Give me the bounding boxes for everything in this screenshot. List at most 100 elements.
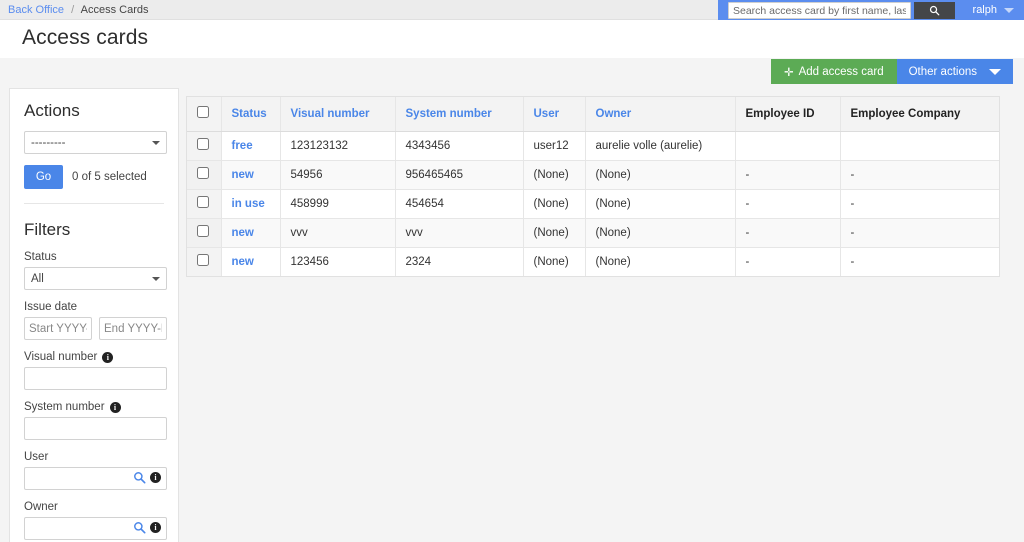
table-row: new 54956 956465465 (None) (None) - - <box>187 160 999 190</box>
search-submit-button[interactable] <box>914 2 955 19</box>
actions-heading: Actions <box>24 101 80 120</box>
cell-employee-company: - <box>840 189 999 219</box>
table-row: free 123123132 4343456 user12 aurelie vo… <box>187 131 999 161</box>
cell-system-number: 454654 <box>395 189 524 219</box>
cell-status: new <box>221 218 281 248</box>
filter-visual-number-text: Visual number <box>24 351 98 363</box>
cell-status: free <box>221 131 281 161</box>
go-row: Go 0 of 5 selected <box>24 165 164 189</box>
row-checkbox[interactable] <box>197 254 209 267</box>
action-select[interactable]: --------- <box>24 131 167 154</box>
user-menu[interactable]: ralph <box>973 0 1014 20</box>
breadcrumb-current-access-cards: Access Cards <box>80 4 149 16</box>
column-header-status[interactable]: Status <box>221 97 281 132</box>
filter-system-number-input[interactable] <box>24 417 167 440</box>
cell-user: (None) <box>523 160 586 190</box>
go-button[interactable]: Go <box>24 165 63 189</box>
info-icon[interactable]: i <box>150 472 161 483</box>
column-header-visual-number[interactable]: Visual number <box>280 97 396 132</box>
row-select-cell <box>187 160 222 190</box>
filter-owner: Owner i <box>24 501 167 540</box>
cell-employee-id: - <box>735 247 841 276</box>
filter-issue-date-row <box>24 317 167 340</box>
cell-system-number: vvv <box>395 218 524 248</box>
table-row: in use 458999 454654 (None) (None) - - <box>187 189 999 219</box>
cell-system-number: 956465465 <box>395 160 524 190</box>
cell-employee-company: - <box>850 255 855 268</box>
filter-status-select[interactable]: All <box>24 267 167 290</box>
status-link[interactable]: in use <box>232 198 265 210</box>
column-header-system-number[interactable]: System number <box>395 97 524 132</box>
cell-employee-company <box>840 131 999 161</box>
filter-owner-icons: i <box>133 521 161 534</box>
table-head: Status Visual number System number User … <box>187 97 999 132</box>
column-header-user[interactable]: User <box>523 97 586 132</box>
breadcrumb-link-back-office[interactable]: Back Office <box>8 4 64 16</box>
status-link[interactable]: new <box>232 169 254 181</box>
table-header-row: Status Visual number System number User … <box>187 97 999 132</box>
cell-employee-company: - <box>840 218 999 248</box>
cell-system-number: 4343456 <box>395 131 524 161</box>
filter-visual-number: Visual number i <box>24 351 167 390</box>
row-select-cell <box>187 218 222 248</box>
cell-employee-id <box>735 131 841 161</box>
filter-user-icons: i <box>133 471 161 484</box>
filter-visual-number-input[interactable] <box>24 367 167 390</box>
filter-issue-date-end-input[interactable] <box>99 317 167 340</box>
row-select-cell <box>187 189 222 219</box>
search-icon[interactable] <box>133 471 146 484</box>
search-icon[interactable] <box>133 521 146 534</box>
row-checkbox[interactable] <box>197 225 209 237</box>
filter-status: Status All <box>24 251 167 290</box>
cell-employee-company: - <box>840 160 999 190</box>
cell-owner: (None) <box>585 247 736 276</box>
cell-visual-number: 54956 <box>280 160 396 190</box>
access-cards-table-card: Status Visual number System number User … <box>186 96 1000 277</box>
cell-owner: (None) <box>585 189 736 219</box>
chevron-down-icon <box>1004 7 1014 13</box>
search-input[interactable] <box>728 2 911 19</box>
row-checkbox[interactable] <box>197 138 209 150</box>
cell-user: (None) <box>523 218 586 248</box>
row-select-cell <box>187 131 222 161</box>
column-header-employee-company: Employee Company <box>840 97 999 132</box>
column-header-owner[interactable]: Owner <box>585 97 736 132</box>
filter-system-number: System number i <box>24 401 167 440</box>
table-body: free 123123132 4343456 user12 aurelie vo… <box>187 131 999 276</box>
filter-owner-label: Owner <box>24 501 58 513</box>
selection-count-label: 0 of 5 selected <box>72 171 147 183</box>
cell-owner: (None) <box>585 218 736 248</box>
filter-system-number-label: System number i <box>24 401 164 413</box>
page-title: Access cards <box>22 26 149 49</box>
cell-employee-id: - <box>735 160 841 190</box>
search-icon <box>929 5 940 16</box>
breadcrumb-separator: / <box>71 4 75 16</box>
cell-owner: (None) <box>585 160 736 190</box>
breadcrumb: Back Office / Access Cards <box>8 3 148 17</box>
cell-visual-number: 123456 <box>280 247 396 276</box>
status-link[interactable]: free <box>232 140 253 152</box>
row-checkbox[interactable] <box>197 167 209 179</box>
filter-owner-lookup: i <box>24 517 167 540</box>
info-icon[interactable]: i <box>150 522 161 533</box>
top-bar: Back Office / Access Cards ralph <box>0 0 1024 20</box>
status-link[interactable]: new <box>232 256 254 268</box>
filter-user-label: User <box>24 451 49 463</box>
sidebar: Actions --------- Go 0 of 5 selected Fil… <box>9 88 179 542</box>
cell-visual-number: 123123132 <box>280 131 396 161</box>
info-icon[interactable]: i <box>102 351 114 363</box>
table-row: new 123456 2324 (None) (None) - - <box>187 247 999 276</box>
select-all-checkbox[interactable] <box>197 106 209 119</box>
cell-visual-number: vvv <box>280 218 396 248</box>
filter-status-label: Status <box>24 251 57 263</box>
filter-issue-date-start-input[interactable] <box>24 317 92 340</box>
status-link[interactable]: new <box>232 227 254 239</box>
cell-owner: aurelie volle (aurelie) <box>585 131 736 161</box>
info-icon[interactable]: i <box>109 401 121 413</box>
cell-visual-number: 458999 <box>280 189 396 219</box>
cell-status: in use <box>221 189 281 219</box>
cell-employee-id: - <box>735 189 841 219</box>
row-checkbox[interactable] <box>197 196 209 208</box>
filter-issue-date: Issue date <box>24 301 167 340</box>
filter-system-number-text: System number <box>24 401 105 413</box>
